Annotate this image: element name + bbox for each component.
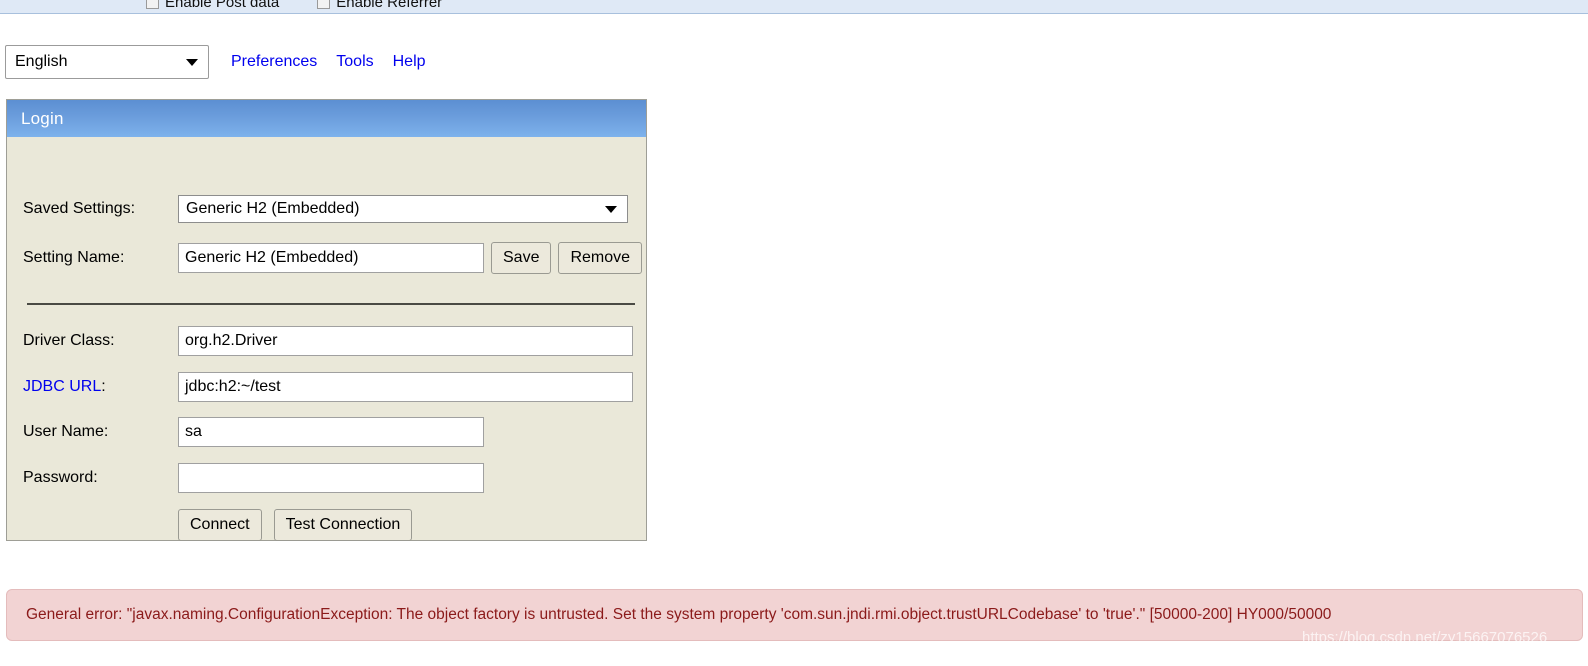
- remove-button[interactable]: Remove: [558, 242, 643, 274]
- top-toolbar-strip: Enable Post data Enable Referrer: [0, 0, 1588, 14]
- setting-name-row: Setting Name: Generic H2 (Embedded) Save…: [23, 242, 643, 274]
- jdbc-url-value: jdbc:h2:~/test: [185, 378, 281, 395]
- saved-settings-row: Saved Settings: Generic H2 (Embedded): [23, 195, 628, 223]
- form-separator: [27, 303, 635, 305]
- jdbc-url-label: JDBC URL:: [23, 378, 178, 396]
- saved-settings-value: Generic H2 (Embedded): [186, 200, 360, 217]
- login-form: Saved Settings: Generic H2 (Embedded) Se…: [7, 137, 646, 541]
- nav-link-preferences[interactable]: Preferences: [231, 53, 317, 71]
- login-panel-header: Login: [7, 100, 646, 137]
- driver-class-row: Driver Class: org.h2.Driver: [23, 326, 633, 356]
- enable-referrer-label: Enable Referrer: [336, 0, 443, 11]
- language-select-value: English: [15, 53, 68, 70]
- connect-button[interactable]: Connect: [178, 509, 262, 541]
- enable-post-data-label: Enable Post data: [165, 0, 280, 11]
- jdbc-url-help-link[interactable]: JDBC URL: [23, 378, 101, 395]
- enable-post-data-checkbox[interactable]: Enable Post data: [146, 0, 279, 11]
- user-name-input[interactable]: sa: [178, 417, 484, 447]
- form-actions: Connect Test Connection: [178, 509, 413, 541]
- nav-link-help[interactable]: Help: [393, 53, 426, 71]
- driver-class-input[interactable]: org.h2.Driver: [178, 326, 633, 356]
- error-message-text: General error: "javax.naming.Configurati…: [26, 606, 1332, 623]
- setting-name-value: Generic H2 (Embedded): [185, 249, 359, 266]
- enable-referrer-checkbox[interactable]: Enable Referrer: [317, 0, 442, 11]
- password-label: Password:: [23, 469, 98, 486]
- driver-class-label: Driver Class:: [23, 332, 115, 349]
- saved-settings-select[interactable]: Generic H2 (Embedded): [178, 195, 628, 223]
- checkbox-icon[interactable]: [146, 0, 159, 9]
- saved-settings-label: Saved Settings:: [23, 200, 136, 217]
- top-toolbar-items: Enable Post data Enable Referrer: [0, 0, 442, 13]
- password-input[interactable]: [178, 463, 484, 493]
- test-connection-button[interactable]: Test Connection: [273, 509, 413, 541]
- nav-links: Preferences Tools Help: [231, 53, 426, 71]
- jdbc-url-label-colon: :: [101, 378, 106, 395]
- error-message-bar: General error: "javax.naming.Configurati…: [6, 589, 1583, 641]
- user-name-label: User Name:: [23, 423, 109, 440]
- setting-name-label: Setting Name:: [23, 249, 125, 266]
- jdbc-url-row: JDBC URL: jdbc:h2:~/test: [23, 372, 633, 402]
- nav-row: English Preferences Tools Help: [5, 45, 426, 79]
- nav-link-tools[interactable]: Tools: [336, 53, 373, 71]
- login-panel: Login Saved Settings: Generic H2 (Embedd…: [6, 99, 647, 541]
- language-select[interactable]: English: [5, 45, 209, 79]
- chevron-down-icon: [605, 205, 617, 213]
- checkbox-icon[interactable]: [317, 0, 331, 9]
- save-button[interactable]: Save: [491, 242, 552, 274]
- chevron-down-icon: [186, 58, 198, 66]
- panel-title: Login: [21, 108, 64, 128]
- user-name-row: User Name: sa: [23, 417, 484, 447]
- jdbc-url-input[interactable]: jdbc:h2:~/test: [178, 372, 633, 402]
- driver-class-value: org.h2.Driver: [185, 332, 278, 349]
- password-row: Password:: [23, 463, 484, 493]
- user-name-value: sa: [185, 423, 202, 440]
- setting-name-input[interactable]: Generic H2 (Embedded): [178, 243, 484, 273]
